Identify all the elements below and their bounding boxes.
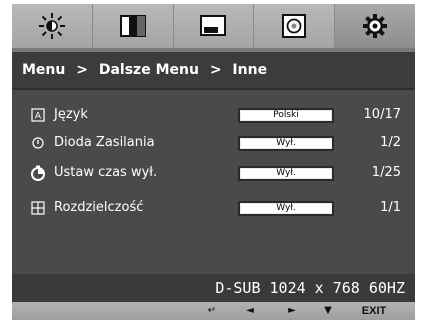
option-counter: 1/25	[371, 165, 401, 180]
menu-panel: Menu > Dalsze Menu > Inne A Język Polski…	[12, 52, 415, 302]
right-button[interactable]: ►	[282, 302, 302, 320]
down-button[interactable]: ▼	[318, 302, 338, 320]
option-counter: 10/17	[363, 107, 401, 122]
menu-item-resolution[interactable]: Rozdzielczość Wył. 1/1	[12, 197, 415, 221]
input-status: D-SUB 1024 x 768 60HZ	[12, 274, 415, 302]
menu-item-label: Dioda Zasilania	[54, 135, 155, 150]
breadcrumb-menu: Menu	[22, 62, 66, 78]
brightness-icon	[38, 13, 65, 39]
menu-item-label: Rozdzielczość	[54, 200, 144, 215]
breadcrumb-more-menu: Dalsze Menu	[98, 62, 199, 78]
enter-button[interactable]: ↵	[202, 302, 222, 320]
gear-icon	[363, 14, 388, 38]
nav-bar: ↵ ◄ ► ▼ EXIT	[12, 302, 415, 320]
tab-bar	[12, 4, 415, 52]
header-divider	[12, 88, 415, 90]
breadcrumb-separator: >	[209, 62, 222, 78]
menu-item-label: Język	[54, 107, 88, 122]
svg-text:A: A	[35, 112, 42, 122]
menu-item-off-timer[interactable]: Ustaw czas wył. Wył. 1/25	[12, 162, 415, 186]
tab-picture[interactable]	[92, 4, 174, 48]
left-button[interactable]: ◄	[240, 302, 260, 320]
option-counter: 1/2	[380, 135, 401, 150]
contrast-icon	[119, 15, 146, 37]
tab-display[interactable]	[173, 4, 255, 48]
option-counter: 1/1	[380, 200, 401, 215]
breadcrumb-other: Inne	[232, 62, 268, 78]
resolution-icon	[30, 200, 46, 216]
language-icon: A	[30, 107, 46, 123]
exit-button[interactable]: EXIT	[352, 302, 396, 320]
breadcrumb: Menu > Dalsze Menu > Inne	[12, 52, 415, 88]
menu-item-language[interactable]: A Język Polski 10/17	[12, 104, 415, 128]
tab-color[interactable]	[254, 4, 336, 48]
tab-brightness[interactable]	[12, 4, 93, 48]
power-led-value-field[interactable]: Wył.	[238, 136, 334, 151]
menu-item-label: Ustaw czas wył.	[54, 165, 158, 180]
off-timer-value-field[interactable]: Wył.	[238, 166, 334, 181]
power-led-icon	[30, 135, 46, 151]
color-disc-icon	[282, 14, 307, 38]
language-value-field[interactable]: Polski	[238, 108, 334, 123]
monitor-icon	[200, 15, 227, 36]
menu-item-power-led[interactable]: Dioda Zasilania Wył. 1/2	[12, 132, 415, 156]
breadcrumb-separator: >	[76, 62, 88, 78]
osd-menu: Menu > Dalsze Menu > Inne A Język Polski…	[0, 0, 425, 320]
timer-icon	[30, 165, 46, 181]
resolution-value-field[interactable]: Wył.	[238, 201, 334, 216]
tab-settings[interactable]	[335, 4, 415, 48]
